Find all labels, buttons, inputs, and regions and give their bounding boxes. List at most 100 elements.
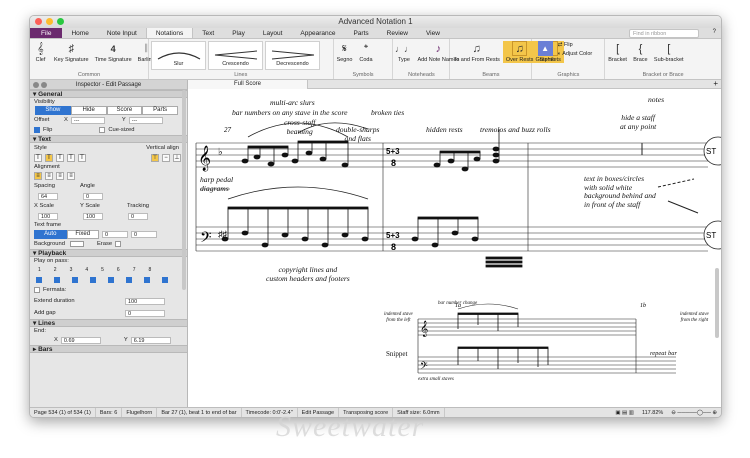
tracking-field[interactable]: 0 (128, 212, 148, 220)
inspector-scrollbar[interactable] (182, 90, 186, 290)
tab-file[interactable]: File (30, 28, 63, 38)
slur-gallery-item[interactable]: Slur (151, 41, 206, 70)
find-in-ribbon-input[interactable]: Find in ribbon (629, 29, 699, 38)
lines-section-header[interactable]: ▾ Lines (30, 319, 187, 327)
notehead-type-button[interactable]: ♩♩ Type (393, 41, 414, 63)
underline-button[interactable]: T (56, 154, 64, 162)
x-scale-field[interactable]: 100 (38, 212, 58, 220)
close-icon[interactable] (33, 82, 39, 88)
coda-button[interactable]: 𝄌 Coda (355, 41, 376, 63)
graphic-button[interactable]: ▲ Graphic (532, 41, 557, 63)
valign-middle-button[interactable]: − (162, 154, 170, 162)
align-right-button[interactable]: ≡ (56, 172, 64, 180)
extend-duration-field[interactable]: 100 (125, 297, 165, 305)
graphics-group-label: Graphics (557, 72, 580, 78)
visibility-hide[interactable]: Hide (70, 106, 107, 115)
help-icon[interactable]: ? (713, 29, 716, 35)
visibility-parts[interactable]: Parts (142, 106, 178, 115)
bold-button[interactable]: T (34, 154, 42, 162)
pass-4-checkbox[interactable] (90, 277, 96, 283)
text-frame-width-field[interactable]: 0 (102, 230, 128, 238)
fermata-checkbox[interactable] (34, 287, 40, 293)
align-center-button[interactable]: ≡ (45, 172, 53, 180)
ribbon-tabs: File Home Note Input Notations Text Play… (30, 28, 721, 39)
tab-note-input[interactable]: Note Input (98, 28, 146, 38)
angle-field[interactable]: 0 (83, 192, 103, 200)
text-frame-auto[interactable]: Auto (34, 229, 67, 239)
pass-5-checkbox[interactable] (108, 277, 114, 283)
spacing-field[interactable]: 64 (38, 192, 58, 200)
valign-top-button[interactable]: ⊤ (151, 154, 159, 162)
annotation-hide-staff: hide a staff at any point (620, 113, 657, 131)
tab-play[interactable]: Play (223, 28, 254, 38)
bracket-button[interactable]: [Bracket (605, 41, 630, 63)
text-section-header[interactable]: ▾ Text (30, 135, 187, 143)
pass-1-checkbox[interactable] (36, 277, 42, 283)
general-section-header[interactable]: ▾ General (30, 90, 187, 98)
offset-y-field[interactable]: --- (128, 116, 163, 124)
pass-6-checkbox[interactable] (126, 277, 132, 283)
offset-x-field[interactable]: --- (70, 116, 105, 124)
flip-checkbox[interactable] (34, 127, 40, 133)
tab-home[interactable]: Home (62, 28, 97, 38)
pass-3-checkbox[interactable] (72, 277, 78, 283)
tab-notations[interactable]: Notations (145, 28, 194, 38)
add-gap-field[interactable]: 0 (125, 309, 165, 317)
playback-section-header[interactable]: ▾ Playback (30, 249, 187, 257)
visibility-show[interactable]: Show (35, 106, 71, 115)
zoom-window-button[interactable] (57, 18, 64, 25)
erase-checkbox[interactable] (115, 241, 122, 247)
y-scale-field[interactable]: 100 (83, 212, 103, 220)
subscript-button[interactable]: T (67, 154, 75, 162)
segno-button[interactable]: 𝄋 Segno (334, 41, 356, 63)
superscript-button[interactable]: T (78, 154, 86, 162)
pass-8-checkbox[interactable] (162, 277, 168, 283)
status-selection: Bar 27 (1), beat 1 to end of bar (157, 408, 242, 417)
time-signature-button[interactable]: 4 Time Signature (92, 41, 135, 63)
tab-view[interactable]: View (417, 28, 449, 38)
sub-bracket-button[interactable]: [Sub-bracket (651, 41, 687, 63)
tab-parts[interactable]: Parts (344, 28, 377, 38)
pass-7-checkbox[interactable] (144, 277, 150, 283)
flip-button[interactable]: ⇄ Flip (558, 42, 593, 48)
tab-appearance[interactable]: Appearance (291, 28, 344, 38)
zoom-level[interactable]: 117.82% (638, 408, 667, 417)
zoom-slider[interactable]: ⊖ ─────◯── ⊕ (667, 408, 721, 417)
text-frame-height-field[interactable]: 0 (131, 230, 157, 238)
crescendo-gallery-item[interactable]: Crescendo (208, 41, 263, 70)
brace-button[interactable]: {Brace (630, 41, 651, 63)
adjust-color-button[interactable]: ◐ Adjust Color (558, 51, 593, 57)
text-frame-fixed[interactable]: Fixed (66, 229, 99, 239)
align-justify-button[interactable]: ≡ (67, 172, 75, 180)
minimize-window-button[interactable] (46, 18, 53, 25)
tab-review[interactable]: Review (378, 28, 417, 38)
pass-2-checkbox[interactable] (54, 277, 60, 283)
tab-layout[interactable]: Layout (254, 28, 292, 38)
visibility-score[interactable]: Score (106, 106, 143, 115)
symbols-group-label: Symbols (352, 72, 374, 78)
score-scrollbar[interactable] (715, 268, 719, 338)
key-signature-button[interactable]: ♯ Key Signature (51, 41, 92, 63)
beam-over-rests-button[interactable]: ♫ Over Rests (502, 41, 537, 63)
clef-button[interactable]: 𝄞 Clef (30, 41, 51, 63)
italic-button[interactable]: T (45, 154, 53, 162)
pin-icon[interactable] (41, 82, 47, 88)
snippet-label: Snippet (386, 350, 408, 358)
slur-icon (157, 52, 200, 60)
beam-to-from-rests-button[interactable]: ♫ To and From Rests (450, 41, 502, 63)
end-y-field[interactable]: 6.19 (130, 336, 171, 344)
tab-full-score[interactable]: Full Score (188, 80, 308, 89)
add-tab-icon[interactable]: + (713, 80, 718, 88)
decrescendo-gallery-item[interactable]: Decrescendo (265, 41, 320, 70)
bars-section-header[interactable]: ▸ Bars (30, 345, 187, 353)
align-left-button[interactable]: ≡ (34, 172, 42, 180)
close-window-button[interactable] (35, 18, 42, 25)
background-color-swatch[interactable] (69, 241, 84, 247)
tab-text[interactable]: Text (193, 28, 223, 38)
view-mode-icons[interactable]: ▣ ▤ ▥ (611, 408, 638, 417)
bracket-group-label: Bracket or Brace (642, 72, 684, 78)
visibility-segmented: Show Hide Score Parts (35, 106, 178, 115)
cue-sized-checkbox[interactable] (99, 127, 106, 133)
end-x-field[interactable]: 0.69 (60, 336, 101, 344)
valign-bottom-button[interactable]: ⊥ (173, 154, 181, 162)
